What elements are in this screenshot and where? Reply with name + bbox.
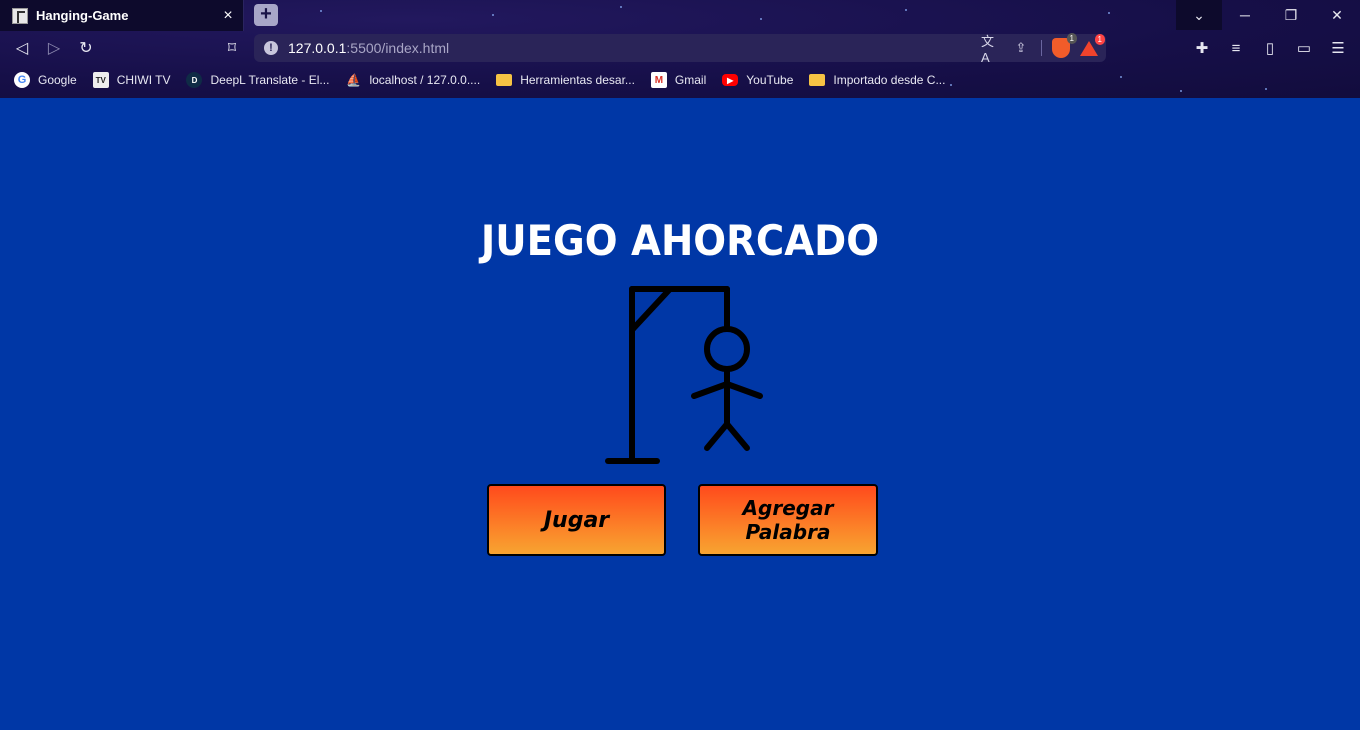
- share-icon[interactable]: ⇪: [1011, 38, 1031, 58]
- page-title: JUEGO AHORCADO: [480, 216, 880, 265]
- divider: [1041, 40, 1042, 56]
- back-icon[interactable]: ◁: [10, 36, 34, 60]
- restore-icon[interactable]: ❐: [1268, 0, 1314, 30]
- bookmark-icon[interactable]: ⌑: [220, 36, 244, 60]
- bookmark-folder-herramientas[interactable]: Herramientas desar...: [496, 73, 635, 87]
- hangman-illustration: [605, 286, 763, 464]
- hangman-left-leg: [704, 421, 730, 451]
- reload-icon[interactable]: ↻: [74, 36, 98, 60]
- url-text[interactable]: 127.0.0.1:5500/index.html: [288, 40, 449, 56]
- tv-icon: TV: [92, 72, 109, 88]
- hangman-right-arm: [724, 381, 763, 399]
- brave-rewards-icon[interactable]: 1: [1080, 34, 1105, 57]
- translate-icon[interactable]: 文A: [981, 34, 1001, 65]
- gallows-brace: [629, 286, 673, 333]
- window-controls: ⌄ ─ ❐ ✕: [1176, 0, 1360, 30]
- bookmark-localhost[interactable]: ⛵ localhost / 127.0.0....: [345, 72, 480, 88]
- bookmark-deepl[interactable]: D DeepL Translate - El...: [186, 72, 329, 88]
- bookmark-youtube[interactable]: ▶ YouTube: [722, 73, 793, 87]
- bookmarks-bar: G Google TV CHIWI TV D DeepL Translate - El…: [0, 66, 1360, 94]
- extensions-icon[interactable]: ✚: [1190, 36, 1214, 60]
- rewards-badge: 1: [1094, 34, 1105, 45]
- bookmark-folder-importado[interactable]: Importado desde C...: [809, 73, 945, 87]
- menu-icon[interactable]: ☰: [1326, 36, 1350, 60]
- bookmark-google[interactable]: G Google: [14, 72, 77, 88]
- minimize-icon[interactable]: ─: [1222, 0, 1268, 30]
- brave-shields-icon[interactable]: 1: [1052, 33, 1077, 58]
- phpmyadmin-icon: ⛵: [345, 73, 361, 87]
- close-tab-icon[interactable]: ×: [217, 7, 239, 25]
- toolbar: ◁ ▷ ↻ ⌑ ! 127.0.0.1:5500/index.html 文A ⇪…: [0, 32, 1360, 65]
- wallet-icon[interactable]: ▭: [1292, 36, 1316, 60]
- hangman-left-arm: [691, 381, 730, 399]
- hangman-right-leg: [724, 421, 750, 451]
- play-button[interactable]: Jugar: [487, 484, 666, 556]
- bookmark-gmail[interactable]: M Gmail: [650, 72, 706, 88]
- forward-icon[interactable]: ▷: [42, 36, 66, 60]
- sidebar-icon[interactable]: ▯: [1258, 36, 1282, 60]
- youtube-icon: ▶: [722, 74, 739, 86]
- new-tab-button[interactable]: +: [254, 4, 278, 26]
- browser-chrome: Hanging-Game × + ⌄ ─ ❐ ✕ ◁ ▷ ↻ ⌑ ! 127.0…: [0, 0, 1360, 98]
- playlist-icon[interactable]: ≡: [1224, 36, 1248, 60]
- tab-search-icon[interactable]: ⌄: [1176, 0, 1222, 30]
- gmail-icon: M: [650, 72, 667, 88]
- add-word-button[interactable]: Agregar Palabra: [698, 484, 878, 556]
- shields-badge: 1: [1066, 33, 1077, 44]
- tab-title: Hanging-Game: [36, 8, 129, 23]
- site-info-icon[interactable]: !: [264, 41, 278, 55]
- browser-tab[interactable]: Hanging-Game ×: [0, 0, 244, 31]
- hangman-favicon-icon: [12, 7, 28, 24]
- folder-icon: [809, 74, 826, 86]
- folder-icon: [496, 74, 513, 86]
- deepl-icon: D: [186, 72, 203, 88]
- page-content: JUEGO AHORCADO Jugar Agregar Palabra: [0, 98, 1360, 730]
- bookmark-chiwi-tv[interactable]: TV CHIWI TV: [92, 72, 170, 88]
- google-icon: G: [14, 72, 30, 88]
- hangman-head: [704, 326, 750, 372]
- toolbar-right: ✚ ≡ ▯ ▭ ☰: [1190, 36, 1350, 60]
- address-bar[interactable]: ! 127.0.0.1:5500/index.html 文A ⇪ 1 1: [254, 33, 1106, 65]
- close-window-icon[interactable]: ✕: [1314, 0, 1360, 30]
